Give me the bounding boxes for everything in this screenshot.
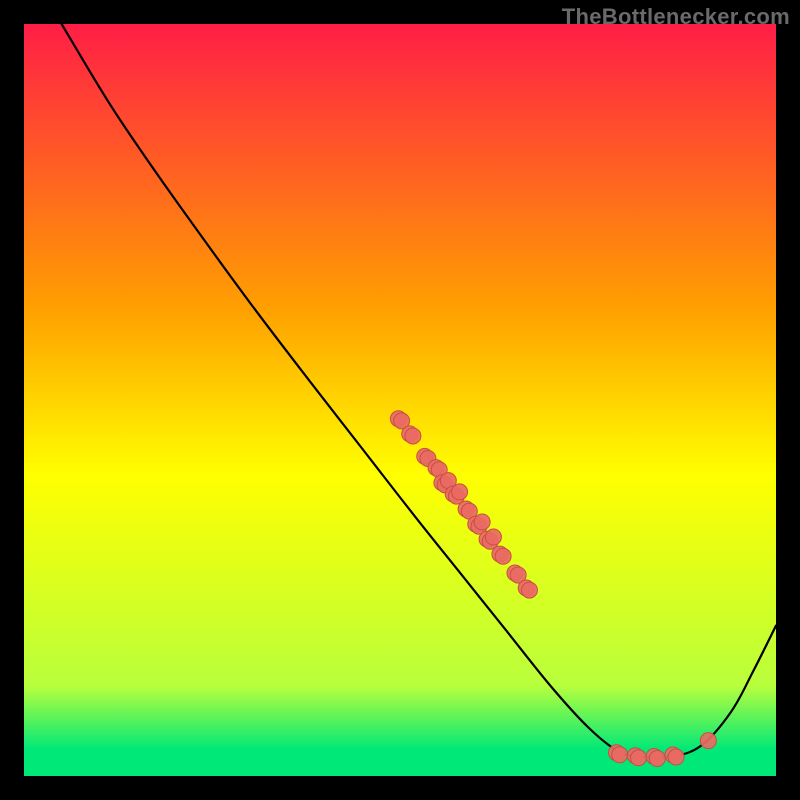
data-point [612,747,628,763]
bottleneck-chart [24,24,776,776]
data-point [649,751,665,767]
data-point [630,750,646,766]
data-point [521,582,537,598]
data-point [474,514,490,530]
data-point [700,733,716,749]
heat-gradient [24,24,776,776]
chart-stage: TheBottlenecker.com [0,0,800,800]
data-point [485,529,501,545]
data-point [405,428,421,444]
data-point [452,484,468,500]
data-point [495,548,511,564]
data-point [668,749,684,765]
plot-area [24,24,776,776]
